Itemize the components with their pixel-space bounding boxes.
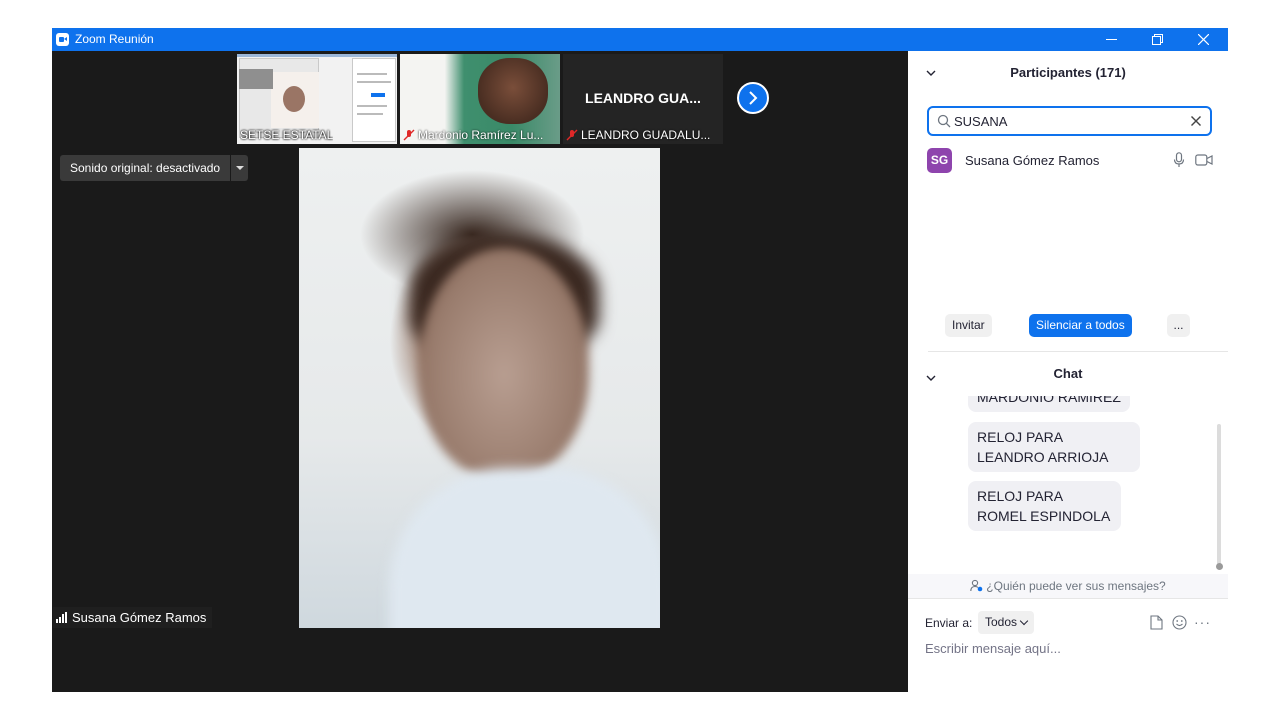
participants-header: Participantes (171) <box>908 51 1228 96</box>
chevron-down-icon <box>1019 616 1029 626</box>
original-sound-control[interactable]: Sonido original: desactivado <box>60 155 249 181</box>
zoom-window: Zoom Reunión SETSE ESTATAL Mardonio Ramí… <box>52 28 1228 692</box>
send-to-label: Enviar a: <box>925 616 973 630</box>
minimize-button[interactable] <box>1088 28 1134 51</box>
muted-mic-icon <box>566 129 578 141</box>
minimize-icon <box>1105 39 1117 40</box>
participant-name: Susana Gómez Ramos <box>965 153 1100 168</box>
close-button[interactable] <box>1180 28 1226 51</box>
more-options-button[interactable]: ... <box>1167 314 1190 337</box>
participant-thumbnail[interactable]: LEANDRO GUA... LEANDRO GUADALU... <box>563 54 723 144</box>
restore-button[interactable] <box>1134 28 1180 51</box>
chat-message: RELOJ PARA ROMEL ESPINDOLA <box>968 481 1121 531</box>
muted-mic-icon <box>403 129 415 141</box>
active-speaker-name-tag: Susana Gómez Ramos <box>53 607 213 628</box>
chevron-down-icon[interactable] <box>231 155 249 181</box>
active-speaker-video <box>299 148 660 628</box>
recipient-dropdown[interactable]: Todos <box>978 611 1035 634</box>
who-can-see-messages-link[interactable]: ¿Quién puede ver sus mensajes? <box>908 574 1228 598</box>
thumbnail-name: LEANDRO GUADALU... <box>581 128 711 142</box>
next-thumbnails-button[interactable] <box>737 82 769 114</box>
invite-button[interactable]: Invitar <box>945 314 992 337</box>
thumbnail-label: Mardonio Ramírez Lu... <box>403 128 543 142</box>
participant-search-input[interactable] <box>954 112 1184 130</box>
side-panel: Participantes (171) SG Susana Gómez Ramo… <box>908 51 1228 692</box>
thumbnail-name: Mardonio Ramírez Lu... <box>418 128 544 142</box>
participant-thumbnail[interactable]: Mardonio Ramírez Lu... <box>400 54 560 144</box>
divider <box>928 351 1228 352</box>
signal-strength-icon <box>56 612 67 623</box>
close-icon[interactable] <box>1190 115 1202 127</box>
chat-header: Chat <box>908 356 1228 391</box>
title-bar: Zoom Reunión <box>52 28 1228 51</box>
speaker-face <box>419 248 589 478</box>
close-icon <box>1197 34 1209 45</box>
participant-search[interactable] <box>927 106 1212 136</box>
original-sound-label[interactable]: Sonido original: desactivado <box>60 155 231 181</box>
video-camera-icon[interactable] <box>1195 153 1213 167</box>
more-horizontal-icon[interactable]: ··· <box>1194 614 1211 630</box>
restore-icon <box>1151 34 1163 45</box>
shared-screen-doc <box>352 58 396 142</box>
user-lock-icon <box>970 579 983 592</box>
shared-screen-bar <box>237 54 397 57</box>
zoom-camera-icon <box>56 33 69 46</box>
chat-scroll-thumb[interactable] <box>1216 563 1223 570</box>
active-speaker-name: Susana Gómez Ramos <box>72 610 207 625</box>
thumbnail-label: SETSE ESTATAL <box>240 128 334 142</box>
chat-message-input[interactable] <box>925 637 1215 659</box>
search-icon <box>937 114 951 128</box>
avatar: SG <box>927 148 952 173</box>
microphone-icon[interactable] <box>1173 152 1185 168</box>
thumbnail-label: LEANDRO GUADALU... <box>566 128 710 142</box>
chat-title: Chat <box>1053 366 1083 381</box>
shared-screen-image <box>239 69 273 89</box>
chat-scrollbar[interactable] <box>1217 424 1221 569</box>
recipient-value: Todos <box>985 615 1018 629</box>
participants-title: Participantes (171) <box>1010 65 1126 80</box>
participant-list-item[interactable]: SG Susana Gómez Ramos <box>908 145 1228 175</box>
thumbnail-center-name: LEANDRO GUA... <box>585 90 701 106</box>
chat-message: MARDONIO RAMIREZ <box>968 396 1130 412</box>
file-icon[interactable] <box>1150 615 1163 630</box>
divider <box>908 598 1228 599</box>
participant-face <box>478 58 548 124</box>
chat-message-list[interactable]: MARDONIO RAMIREZ RELOJ PARA LEANDRO ARRI… <box>908 396 1228 573</box>
mute-all-button[interactable]: Silenciar a todos <box>1029 314 1132 337</box>
chat-message: RELOJ PARA LEANDRO ARRIOJA <box>968 422 1140 472</box>
participant-thumbnail[interactable]: SETSE ESTATAL <box>237 54 397 144</box>
video-area: SETSE ESTATAL Mardonio Ramírez Lu... LEA… <box>52 51 908 692</box>
window-title: Zoom Reunión <box>75 32 154 46</box>
emoji-icon[interactable] <box>1172 615 1187 630</box>
chevron-right-icon <box>749 91 758 105</box>
who-can-see-text: ¿Quién puede ver sus mensajes? <box>986 579 1166 593</box>
speaker-shirt <box>389 468 660 628</box>
shared-screen-photo <box>271 72 319 128</box>
